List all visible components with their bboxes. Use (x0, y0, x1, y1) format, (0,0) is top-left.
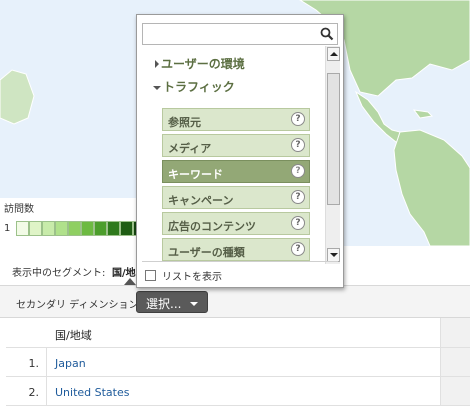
legend-swatch (120, 221, 134, 236)
show-list-label: リストを表示 (162, 272, 222, 283)
help-icon[interactable]: ? (291, 216, 305, 230)
dimension-item-visitor-type[interactable]: ユーザーの種類 ? (162, 238, 310, 261)
help-icon[interactable]: ? (291, 112, 305, 126)
scroll-up-button[interactable] (327, 47, 340, 61)
legend-swatch (94, 221, 108, 236)
legend-swatch (107, 221, 121, 236)
scroll-thumb[interactable] (327, 73, 340, 205)
dimension-dropdown-panel: ユーザーの環境 トラフィック 参照元 ? メディア ? キーワード ? キャンペ… (136, 14, 344, 288)
show-list-option[interactable]: リストを表示 (145, 268, 222, 283)
arrow-up-icon (330, 52, 338, 56)
triangle-down-icon (153, 85, 161, 90)
table-header-row: 国/地域 (6, 318, 470, 348)
segment-value[interactable]: 国/地 (112, 264, 136, 279)
dimension-list: ユーザーの環境 トラフィック 参照元 ? メディア ? キーワード ? キャンペ… (137, 51, 323, 265)
dimension-search-input[interactable] (142, 23, 338, 45)
dropdown-divider (142, 261, 338, 262)
secondary-dimension-select[interactable]: 選択... (136, 291, 208, 313)
dimension-item-medium[interactable]: メディア ? (162, 134, 310, 157)
select-label: 選択... (146, 297, 182, 311)
legend-swatch (55, 221, 69, 236)
dimension-item-ad-content[interactable]: 広告のコンテンツ ? (162, 212, 310, 235)
legend-swatch (29, 221, 43, 236)
row-number: 1. (6, 348, 47, 376)
column-header-country[interactable]: 国/地域 (47, 318, 440, 347)
search-icon[interactable] (320, 27, 334, 41)
show-list-checkbox[interactable] (145, 270, 156, 281)
secondary-dimension-row: セカンダリ ディメンション: 選択... (0, 286, 470, 318)
group-traffic[interactable]: トラフィック (153, 78, 235, 95)
help-icon[interactable]: ? (291, 242, 305, 256)
dimension-item-campaign[interactable]: キャンペーン ? (162, 186, 310, 209)
segment-pointer-icon (124, 278, 136, 285)
legend-swatches (16, 221, 147, 236)
dimension-item-referrer[interactable]: 参照元 ? (162, 108, 310, 131)
country-link[interactable]: Japan (55, 357, 86, 370)
help-icon[interactable]: ? (291, 164, 305, 178)
help-icon[interactable]: ? (291, 138, 305, 152)
scroll-down-button[interactable] (327, 248, 340, 262)
legend-min: 1 (4, 223, 11, 234)
legend-swatch (81, 221, 95, 236)
segment-label: 表示中のセグメント: (12, 268, 106, 279)
data-table: 国/地域 1. Japan 2. United States (6, 318, 470, 406)
country-link[interactable]: United States (55, 386, 130, 399)
chevron-down-icon (190, 302, 198, 306)
triangle-right-icon (155, 60, 159, 68)
arrow-down-icon (330, 253, 338, 257)
row-number: 2. (6, 377, 47, 405)
dropdown-scrollbar[interactable] (325, 46, 340, 264)
group-user-environment[interactable]: ユーザーの環境 (155, 55, 245, 72)
legend-swatch (68, 221, 82, 236)
help-icon[interactable]: ? (291, 190, 305, 204)
legend-swatch (42, 221, 56, 236)
legend-swatch (16, 221, 30, 236)
table-row: 1. Japan (6, 348, 470, 377)
dimension-item-keyword[interactable]: キーワード ? (162, 160, 310, 183)
secondary-dimension-label: セカンダリ ディメンション: (16, 300, 142, 311)
